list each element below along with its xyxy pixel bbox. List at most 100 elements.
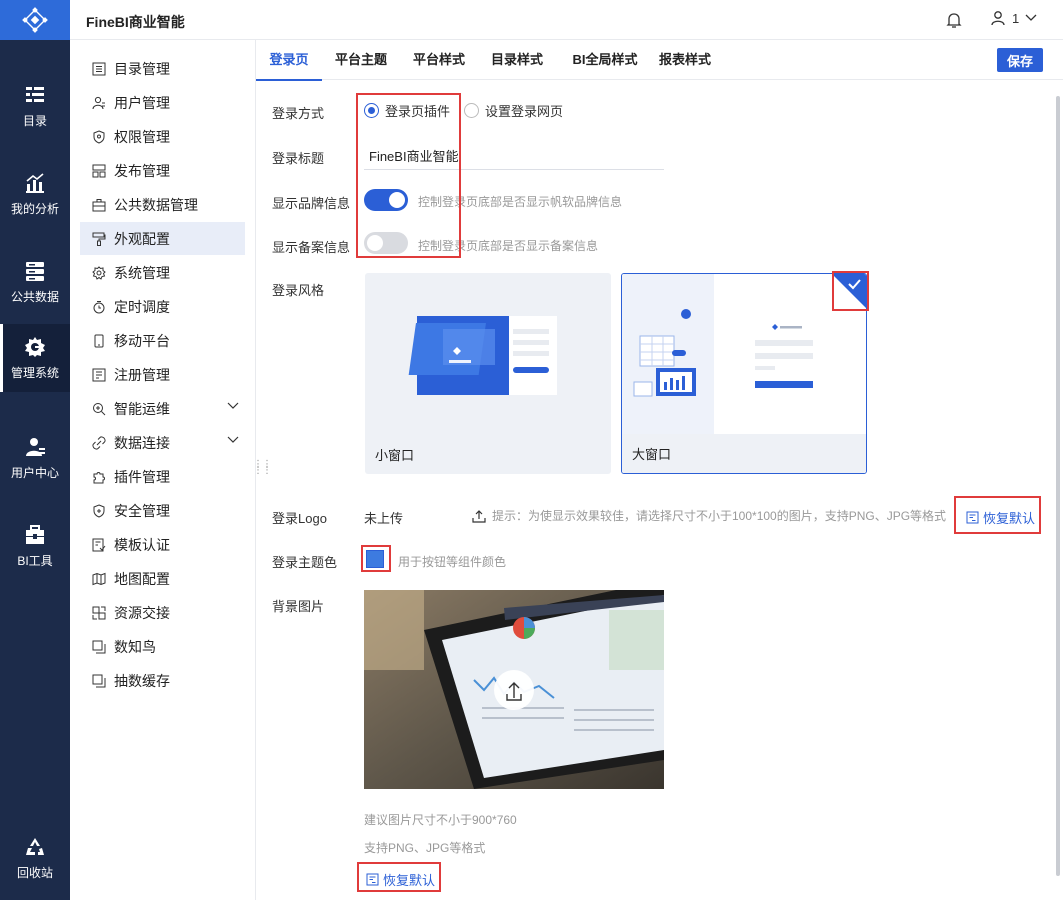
sidebar-item-label: 数知鸟 — [114, 638, 156, 655]
highlight-box — [361, 545, 391, 572]
highlight-box — [357, 862, 441, 892]
chevron-down-icon[interactable] — [227, 436, 239, 444]
mobile-icon — [92, 334, 106, 348]
sidebar-item-catalog-management[interactable]: 目录管理 — [80, 52, 245, 85]
sidebar-item-data-connection[interactable]: 数据连接 — [80, 426, 245, 459]
sidebar-item-label: 模板认证 — [114, 536, 170, 553]
sidebar-item-label: 定时调度 — [114, 298, 170, 315]
sidebar-item-label: 权限管理 — [114, 128, 170, 145]
tab-catalog-style[interactable]: 目录样式 — [484, 40, 550, 80]
rail-item-public-data[interactable]: 公共数据 — [0, 248, 70, 316]
tab-report-style[interactable]: 报表样式 — [652, 40, 718, 80]
notification-button[interactable] — [946, 11, 962, 32]
user-icon — [92, 96, 106, 110]
rail-item-label: 用户中心 — [10, 465, 59, 480]
shield-plus-icon — [92, 503, 106, 518]
list-icon — [92, 62, 106, 76]
sidebar-item-label: 数据连接 — [114, 434, 170, 451]
highlight-box — [832, 271, 869, 311]
theme-color-hint: 用于按钮等组件颜色 — [398, 555, 507, 569]
sidebar-item-shuzhiniao[interactable]: 数知鸟 — [80, 630, 245, 663]
tab-bi-global-style[interactable]: BI全局样式 — [564, 40, 646, 80]
sidebar-item-security-management[interactable]: 安全管理 — [80, 494, 245, 527]
content-scrollbar[interactable] — [1056, 96, 1060, 876]
rail-item-recycle[interactable]: 回收站 — [0, 824, 70, 892]
sidebar-item-label: 公共数据管理 — [114, 196, 198, 213]
rail-item-catalog[interactable]: 目录 — [0, 72, 70, 140]
sidebar-item-label: 资源交接 — [114, 604, 170, 621]
registration-icon — [92, 368, 106, 382]
recycle-icon — [26, 837, 44, 855]
radio-dot — [464, 103, 479, 118]
login-page-settings: 登录方式 登录页插件 设置登录网页 登录标题 显示品牌信息 控制登录页底部是否显… — [256, 80, 1056, 900]
sidebar-item-extract-cache[interactable]: 抽数缓存 — [80, 664, 245, 697]
brand-info-label: 显示品牌信息 — [272, 196, 351, 211]
sidebar-item-publish-management[interactable]: 发布管理 — [80, 154, 245, 187]
sidebar-item-schedule[interactable]: 定时调度 — [80, 290, 245, 323]
puzzle-icon — [92, 470, 106, 484]
sidebar-item-resource-handover[interactable]: 资源交接 — [80, 596, 245, 629]
sidebar-item-user-management[interactable]: 用户管理 — [80, 86, 245, 119]
sidebar-item-smart-ops[interactable]: 智能运维 — [80, 392, 245, 425]
sidebar-item-label: 移动平台 — [114, 332, 170, 349]
sidebar-item-label: 注册管理 — [114, 366, 170, 383]
radio-label: 设置登录网页 — [485, 104, 564, 119]
copy-icon — [92, 674, 106, 688]
top-header: FineBI商业智能 1 — [70, 0, 1063, 40]
background-size-tip: 建议图片尺寸不小于900*760 — [364, 813, 517, 827]
user-menu[interactable]: 1 — [990, 10, 1037, 26]
save-button[interactable]: 保存 — [997, 48, 1043, 72]
bell-icon — [946, 13, 962, 28]
rail-item-label: 管理系统 — [10, 365, 59, 380]
link-icon — [92, 435, 106, 450]
rail-item-bi-tools[interactable]: BI工具 — [0, 512, 70, 580]
sidebar-item-label: 系统管理 — [114, 264, 170, 281]
sidebar-item-system-management[interactable]: 系统管理 — [80, 256, 245, 289]
sidebar-item-label: 插件管理 — [114, 468, 170, 485]
sidebar-item-map-config[interactable]: 地图配置 — [80, 562, 245, 595]
sidebar-item-public-data-management[interactable]: 公共数据管理 — [80, 188, 245, 221]
sidebar-item-appearance[interactable]: 外观配置 — [80, 222, 245, 255]
chevron-down-icon[interactable] — [227, 402, 239, 410]
radio-login-webpage[interactable]: 设置登录网页 — [464, 101, 563, 120]
login-title-label: 登录标题 — [272, 151, 325, 166]
background-image-preview[interactable] — [364, 590, 664, 789]
background-image-label: 背景图片 — [272, 599, 325, 614]
rail-item-admin[interactable]: 管理系统 — [0, 324, 70, 392]
login-method-label: 登录方式 — [272, 106, 325, 121]
catalog-icon — [26, 86, 44, 102]
style-card-large-window[interactable]: 大窗口 — [621, 273, 867, 474]
sidebar-item-template-certification[interactable]: 模板认证 — [80, 528, 245, 561]
app-logo[interactable] — [0, 0, 70, 40]
sidebar-item-label: 用户管理 — [114, 94, 170, 111]
database-icon — [26, 261, 44, 281]
user-icon — [991, 11, 1005, 26]
user-icon — [26, 437, 45, 456]
ops-icon — [92, 402, 106, 416]
left-rail: 目录 我的分析 公共数据 管理系统 用户中心 BI工具 回收站 — [0, 0, 70, 900]
sidebar-item-registration[interactable]: 注册管理 — [80, 358, 245, 391]
sidebar-item-label: 智能运维 — [114, 400, 170, 417]
handover-icon — [92, 606, 106, 620]
sidebar-item-label: 发布管理 — [114, 162, 170, 179]
style-card-caption: 小窗口 — [375, 448, 415, 463]
logo-upload-tip[interactable]: 提示：为使显示效果较佳，请选择尺寸不小于100*100的图片，支持PNG、JPG… — [472, 507, 946, 524]
chevron-down-icon — [1025, 14, 1037, 21]
rail-item-analysis[interactable]: 我的分析 — [0, 160, 70, 228]
tab-platform-theme[interactable]: 平台主题 — [328, 40, 394, 80]
tab-platform-style[interactable]: 平台样式 — [406, 40, 472, 80]
sidebar-item-label: 抽数缓存 — [114, 672, 170, 689]
sidebar-item-mobile-platform[interactable]: 移动平台 — [80, 324, 245, 357]
login-logo-label: 登录Logo — [272, 511, 327, 526]
paint-icon — [92, 232, 106, 246]
upload-tip-text: 提示：为使显示效果较佳，请选择尺寸不小于100*100的图片，支持PNG、JPG… — [492, 509, 947, 523]
logo-icon — [22, 7, 48, 33]
sidebar-item-plugin-management[interactable]: 插件管理 — [80, 460, 245, 493]
style-card-small-window[interactable]: 小窗口 — [365, 273, 611, 474]
rail-item-user-center[interactable]: 用户中心 — [0, 424, 70, 492]
sidebar-item-label: 外观配置 — [114, 230, 170, 247]
sidebar-item-permission-management[interactable]: 权限管理 — [80, 120, 245, 153]
app-title: FineBI商业智能 — [86, 14, 185, 30]
user-name: 1 — [1012, 10, 1020, 26]
tab-login-page[interactable]: 登录页 — [256, 40, 322, 81]
